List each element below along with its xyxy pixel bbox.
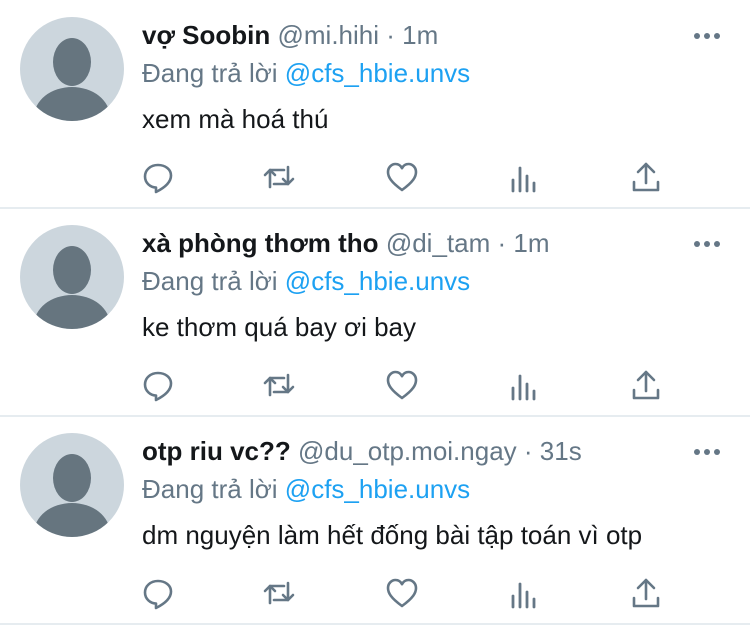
action-bar xyxy=(0,160,750,194)
share-icon[interactable] xyxy=(629,160,663,194)
replying-prefix: Đang trả lời xyxy=(142,266,278,296)
tweet-text: xem mà hoá thú xyxy=(142,104,329,134)
retweet-icon[interactable] xyxy=(262,576,296,610)
divider xyxy=(0,623,750,625)
reply-icon[interactable] xyxy=(141,160,175,194)
replying-to: Đang trả lời @cfs_hbie.unvs xyxy=(142,56,470,90)
tweet-header: otp riu vc?? @du_otp.moi.ngay · 31s xyxy=(142,434,582,468)
separator: · xyxy=(497,228,507,258)
replying-to: Đang trả lời @cfs_hbie.unvs xyxy=(142,264,470,298)
display-name[interactable]: xà phòng thơm tho xyxy=(142,228,379,258)
tweet-reply[interactable]: xà phòng thơm tho @di_tam · 1m Đang trả … xyxy=(0,208,750,416)
replying-prefix: Đang trả lời xyxy=(142,474,278,504)
avatar-head-shape xyxy=(53,454,91,502)
handle[interactable]: @du_otp.moi.ngay xyxy=(298,436,517,466)
timestamp[interactable]: 1m xyxy=(513,228,549,258)
replying-mention[interactable]: @cfs_hbie.unvs xyxy=(285,474,470,504)
more-icon[interactable] xyxy=(692,234,722,254)
action-bar xyxy=(0,368,750,402)
display-name[interactable]: otp riu vc?? xyxy=(142,436,291,466)
reply-icon[interactable] xyxy=(141,576,175,610)
tweet-text: dm nguyện làm hết đống bài tập toán vì o… xyxy=(142,520,643,550)
stats-icon[interactable] xyxy=(507,368,541,402)
timestamp[interactable]: 1m xyxy=(402,20,438,50)
tweet-reply[interactable]: otp riu vc?? @du_otp.moi.ngay · 31s Đang… xyxy=(0,416,750,624)
separator: · xyxy=(386,20,395,50)
reply-icon[interactable] xyxy=(141,368,175,402)
retweet-icon[interactable] xyxy=(262,160,296,194)
retweet-icon[interactable] xyxy=(262,368,296,402)
avatar-body-shape xyxy=(34,87,110,121)
replying-to: Đang trả lời @cfs_hbie.unvs xyxy=(142,472,470,506)
like-icon[interactable] xyxy=(385,368,419,402)
separator: · xyxy=(523,436,533,466)
avatar-body-shape xyxy=(34,295,110,329)
like-icon[interactable] xyxy=(385,576,419,610)
more-icon[interactable] xyxy=(692,26,722,46)
avatar-head-shape xyxy=(53,38,91,86)
tweet-text: ke thơm quá bay ơi bay xyxy=(142,312,417,342)
replying-mention[interactable]: @cfs_hbie.unvs xyxy=(285,58,470,88)
avatar[interactable] xyxy=(20,433,124,537)
timestamp[interactable]: 31s xyxy=(540,436,582,466)
handle[interactable]: @di_tam xyxy=(386,228,490,258)
share-icon[interactable] xyxy=(629,368,663,402)
stats-icon[interactable] xyxy=(507,576,541,610)
action-bar xyxy=(0,576,750,610)
avatar-body-shape xyxy=(34,503,110,537)
display-name[interactable]: vợ Soobin xyxy=(142,20,270,50)
handle[interactable]: @mi.hihi xyxy=(278,20,380,50)
avatar-head-shape xyxy=(53,246,91,294)
stats-icon[interactable] xyxy=(507,160,541,194)
avatar[interactable] xyxy=(20,17,124,121)
replying-prefix: Đang trả lời xyxy=(142,58,278,88)
replying-mention[interactable]: @cfs_hbie.unvs xyxy=(285,266,470,296)
tweet-reply[interactable]: vợ Soobin @mi.hihi · 1m Đang trả lời @cf… xyxy=(0,0,750,208)
tweet-header: xà phòng thơm tho @di_tam · 1m xyxy=(142,226,550,260)
more-icon[interactable] xyxy=(692,442,722,462)
avatar[interactable] xyxy=(20,225,124,329)
like-icon[interactable] xyxy=(385,160,419,194)
share-icon[interactable] xyxy=(629,576,663,610)
tweet-header: vợ Soobin @mi.hihi · 1m xyxy=(142,18,438,52)
